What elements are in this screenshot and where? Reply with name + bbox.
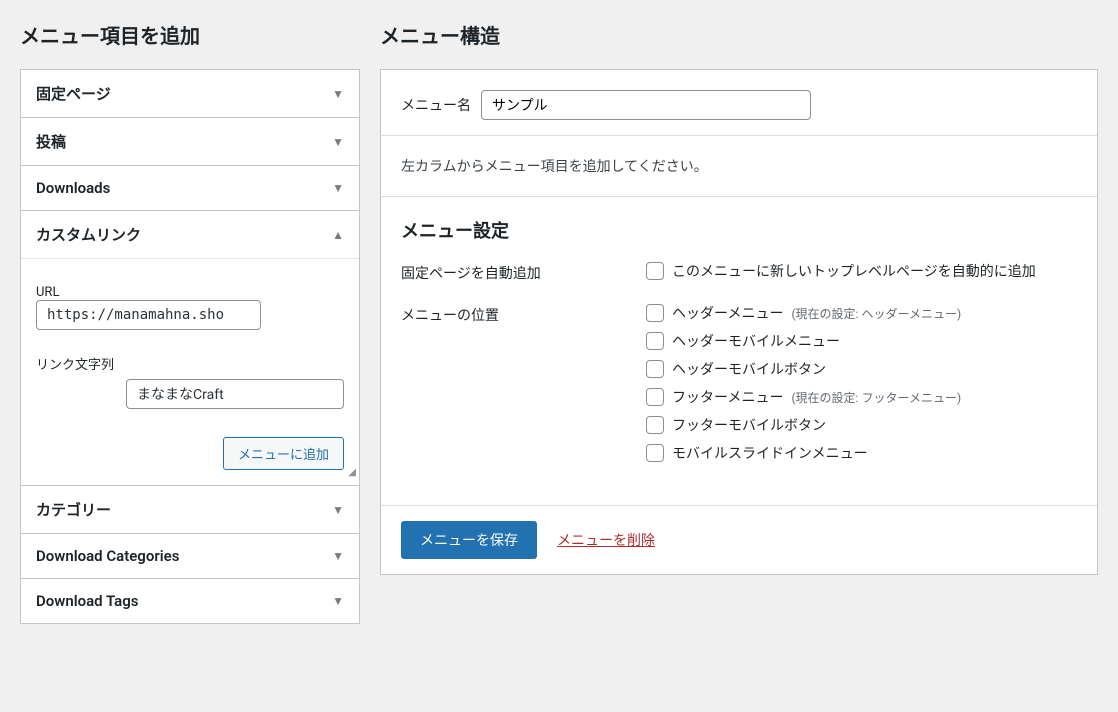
chevron-down-icon: ▼ [332,503,344,517]
menu-location-label: メニューの位置 [401,303,646,471]
accordion-label: Downloads [36,179,110,197]
accordion-label: Download Categories [36,547,179,565]
location-checkbox-row[interactable]: フッターメニュー (現在の設定: フッターメニュー) [646,387,1077,407]
accordion-label: カスタムリンク [36,224,141,245]
accordion-label: カテゴリー [36,499,111,520]
menu-panel: メニュー名 左カラムからメニュー項目を追加してください。 メニュー設定 固定ペー… [380,69,1098,575]
location-hint: (現在の設定: ヘッダーメニュー) [791,305,961,322]
accordion-header-download-tags[interactable]: Download Tags ▼ [21,579,359,623]
accordion-header-downloads[interactable]: Downloads ▼ [21,166,359,210]
menu-structure-title: メニュー構造 [380,20,1098,49]
accordion-header-posts[interactable]: 投稿 ▼ [21,118,359,165]
resize-handle-icon[interactable]: ◢ [339,465,359,485]
location-label: フッターメニュー [672,387,783,407]
location-label: ヘッダーメニュー [672,303,783,323]
link-text-label: リンク文字列 [36,348,344,373]
link-text-input[interactable] [126,379,344,409]
auto-add-option-label: このメニューに新しいトップレベルページを自動的に追加 [672,261,1036,281]
location-checkbox[interactable] [646,304,664,322]
menu-name-input[interactable] [481,90,811,120]
location-hint: (現在の設定: フッターメニュー) [791,389,961,406]
location-checkbox-row[interactable]: モバイルスライドインメニュー [646,443,1077,463]
accordion-label: Download Tags [36,592,138,610]
delete-menu-link[interactable]: メニューを削除 [557,530,655,550]
location-label: ヘッダーモバイルボタン [672,359,826,379]
accordion: 固定ページ ▼ 投稿 ▼ Downloads ▼ カスタムリンク ▲ [20,69,360,624]
url-input[interactable] [36,300,261,330]
accordion-label: 投稿 [36,131,66,152]
auto-add-checkbox-row[interactable]: このメニューに新しいトップレベルページを自動的に追加 [646,261,1077,281]
location-checkbox[interactable] [646,444,664,462]
location-checkbox-row[interactable]: ヘッダーモバイルボタン [646,359,1077,379]
location-checkbox[interactable] [646,416,664,434]
accordion-header-categories[interactable]: カテゴリー ▼ [21,486,359,533]
location-checkbox[interactable] [646,332,664,350]
location-label: モバイルスライドインメニュー [672,443,868,463]
instruction-text: 左カラムからメニュー項目を追加してください。 [381,136,1097,197]
location-checkbox-row[interactable]: ヘッダーメニュー (現在の設定: ヘッダーメニュー) [646,303,1077,323]
chevron-down-icon: ▼ [332,594,344,608]
location-checkbox-row[interactable]: フッターモバイルボタン [646,415,1077,435]
chevron-up-icon: ▲ [332,228,344,242]
save-menu-button[interactable]: メニューを保存 [401,521,537,559]
location-label: フッターモバイルボタン [672,415,826,435]
auto-add-label: 固定ページを自動追加 [401,261,646,289]
chevron-down-icon: ▼ [332,549,344,563]
accordion-header-download-categories[interactable]: Download Categories ▼ [21,534,359,578]
accordion-header-pages[interactable]: 固定ページ ▼ [21,70,359,117]
menu-name-label: メニュー名 [401,95,471,115]
auto-add-checkbox[interactable] [646,262,664,280]
location-checkbox-row[interactable]: ヘッダーモバイルメニュー [646,331,1077,351]
location-checkbox[interactable] [646,388,664,406]
add-to-menu-button[interactable]: メニューに追加 [223,437,344,470]
url-label: URL [36,279,126,300]
accordion-header-custom-links[interactable]: カスタムリンク ▲ [21,211,359,258]
chevron-down-icon: ▼ [332,135,344,149]
location-label: ヘッダーモバイルメニュー [672,331,840,351]
add-items-title: メニュー項目を追加 [20,20,360,49]
menu-settings-title: メニュー設定 [401,217,1077,243]
chevron-down-icon: ▼ [332,87,344,101]
location-checkbox[interactable] [646,360,664,378]
accordion-label: 固定ページ [36,83,111,104]
chevron-down-icon: ▼ [332,181,344,195]
